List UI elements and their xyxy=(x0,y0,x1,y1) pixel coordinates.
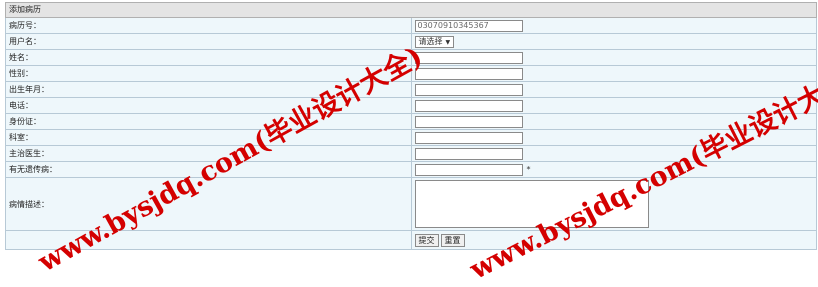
record-no-cell xyxy=(410,17,817,34)
row-username: 用户名： 请选择 ▼ xyxy=(5,33,817,50)
phone-input[interactable] xyxy=(414,99,523,112)
name-input[interactable] xyxy=(414,51,523,64)
hereditary-cell: * xyxy=(410,161,817,178)
name-label: 姓名： xyxy=(5,49,412,66)
phone-cell xyxy=(410,97,817,114)
row-doctor: 主治医生： xyxy=(5,145,817,162)
row-record-no: 病历号： xyxy=(5,17,817,34)
department-cell xyxy=(410,129,817,146)
row-buttons: 提交 重置 xyxy=(5,230,817,250)
hereditary-input[interactable] xyxy=(414,163,523,176)
id-card-label: 身份证： xyxy=(5,113,412,130)
birth-label: 出生年月： xyxy=(5,81,412,98)
birth-cell xyxy=(410,81,817,98)
add-record-form: 添加病历 病历号： 用户名： 请选择▼ 姓名： 性别： 出生年月： 电话： 身份… xyxy=(5,2,817,250)
buttons-cell: 提交 重置 xyxy=(410,230,817,250)
description-label: 病情描述： xyxy=(5,177,412,231)
username-select[interactable]: 请选择 ▼ xyxy=(414,35,455,48)
username-cell: 请选择 ▼ xyxy=(410,33,817,50)
reset-button[interactable]: 重置 xyxy=(440,233,465,247)
birth-input[interactable] xyxy=(414,83,523,96)
required-mark: * xyxy=(526,165,531,174)
description-cell xyxy=(410,177,817,231)
username-select-value: 请选择 xyxy=(418,36,443,46)
department-input[interactable] xyxy=(414,131,523,144)
row-name: 姓名： xyxy=(5,49,817,66)
record-no-input[interactable] xyxy=(414,19,523,32)
department-label: 科室： xyxy=(5,129,412,146)
description-textarea[interactable] xyxy=(414,180,649,228)
submit-button[interactable]: 提交 xyxy=(414,233,439,247)
row-department: 科室： xyxy=(5,129,817,146)
username-label: 用户名： xyxy=(5,33,412,50)
chevron-down-icon: ▼ xyxy=(445,38,451,46)
gender-input[interactable] xyxy=(414,67,523,80)
row-id-card: 身份证： xyxy=(5,113,817,130)
hereditary-label: 有无遗传病： xyxy=(5,161,412,178)
record-no-label: 病历号： xyxy=(5,17,412,34)
form-header-row: 添加病历 xyxy=(5,2,817,18)
doctor-input[interactable] xyxy=(414,147,523,160)
form-title: 添加病历 xyxy=(5,2,817,18)
gender-label: 性别： xyxy=(5,65,412,82)
row-birth: 出生年月： xyxy=(5,81,817,98)
gender-cell xyxy=(410,65,817,82)
name-cell xyxy=(410,49,817,66)
row-hereditary: 有无遗传病： * xyxy=(5,161,817,178)
phone-label: 电话： xyxy=(5,97,412,114)
id-card-input[interactable] xyxy=(414,115,523,128)
buttons-empty-cell xyxy=(5,230,412,250)
row-gender: 性别： xyxy=(5,65,817,82)
row-description: 病情描述： xyxy=(5,177,817,231)
id-card-cell xyxy=(410,113,817,130)
row-phone: 电话： xyxy=(5,97,817,114)
doctor-cell xyxy=(410,145,817,162)
doctor-label: 主治医生： xyxy=(5,145,412,162)
